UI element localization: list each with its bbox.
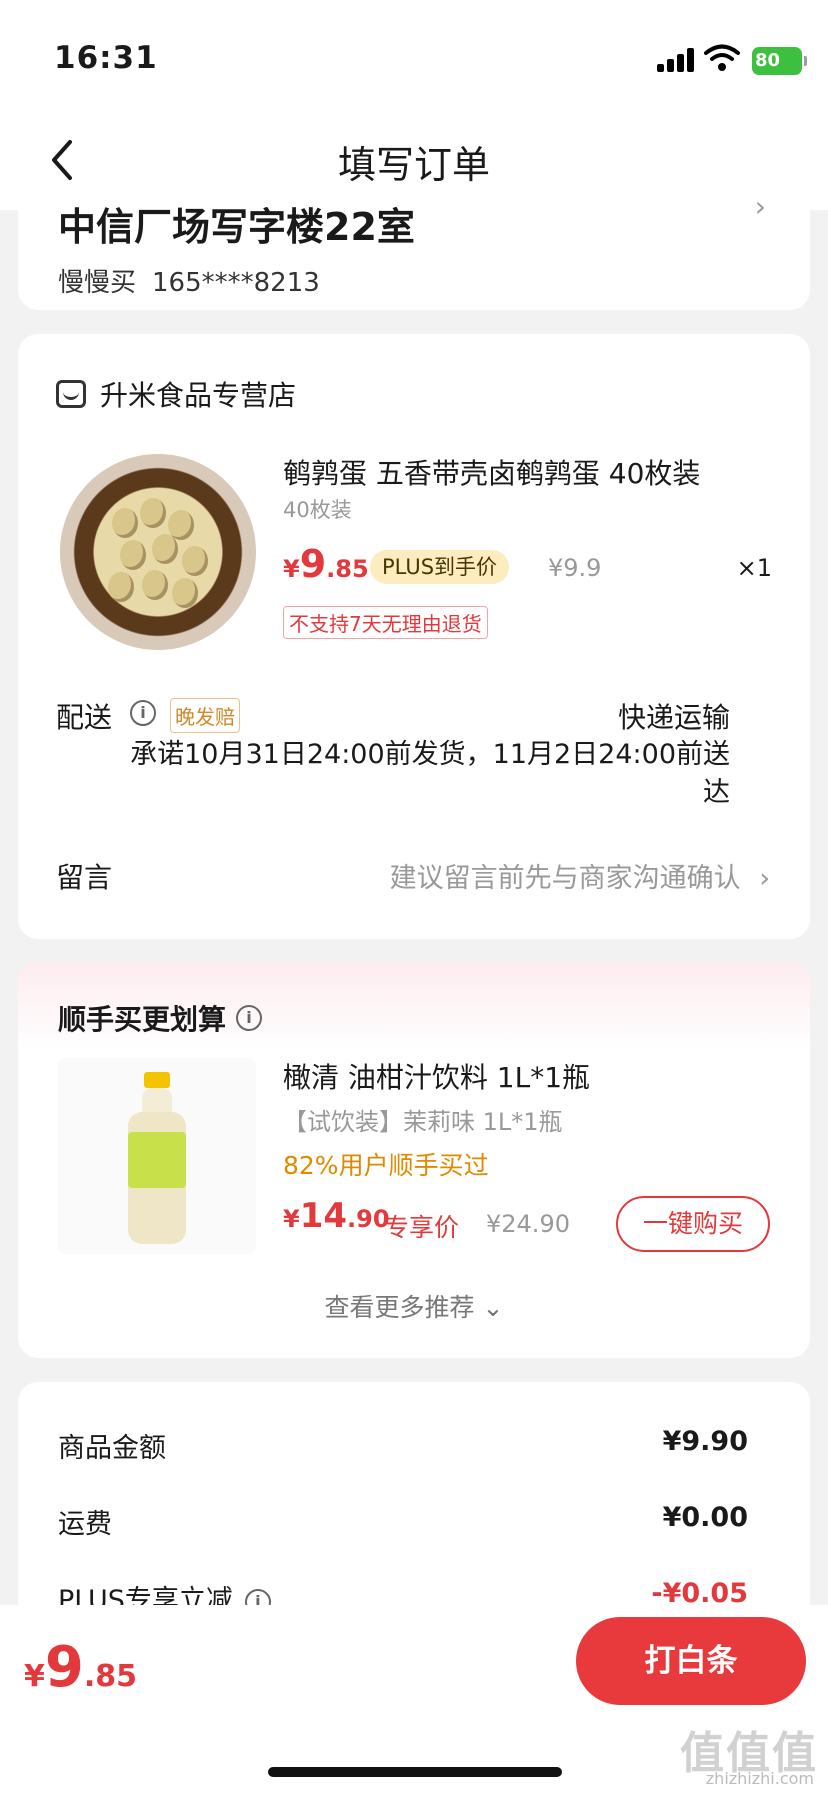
message-hint: 建议留言前先与商家沟通确认 [389, 863, 741, 894]
battery-level: 80 [755, 50, 781, 71]
shop-header[interactable]: 升米食品专营店 [56, 374, 296, 414]
contact-info: 慢慢买 165****8213 [58, 262, 320, 299]
exclusive-price-label: 专享价 [384, 1213, 460, 1242]
price-dec: .85 [83, 1659, 137, 1694]
price-currency: ¥ [24, 1659, 45, 1694]
message-input[interactable]: 建议留言前先与商家沟通确认 › [390, 856, 770, 895]
recommend-original-price: ¥24.90 [486, 1210, 570, 1238]
product-image[interactable] [60, 454, 256, 650]
bottle-image [128, 1072, 186, 1244]
product-price: ¥9.85 [283, 542, 369, 586]
one-click-buy-button[interactable]: 一键购买 [616, 1196, 770, 1252]
chevron-right-icon: › [759, 863, 770, 894]
no-return-tag: 不支持7天无理由退货 [283, 606, 488, 639]
shipping-promise: 承诺10月31日24:00前发货，11月2日24:00前送达 [130, 739, 730, 808]
home-indicator[interactable] [268, 1767, 562, 1777]
original-price: ¥9.9 [548, 554, 602, 582]
recommend-product-image[interactable] [58, 1058, 256, 1254]
message-label: 留言 [56, 861, 113, 894]
product-title[interactable]: 鹌鹑蛋 五香带壳卤鹌鹑蛋 40枚装 [283, 452, 700, 492]
contact-phone: 165****8213 [152, 268, 320, 298]
product-quantity: ×1 [736, 554, 772, 582]
price-int: 14 [299, 1196, 348, 1236]
contact-name: 慢慢买 [58, 268, 137, 298]
price-currency: ¥ [283, 555, 300, 583]
recommend-title-text: 顺手买更划算 [58, 1003, 227, 1036]
address-line: 中信厂场写字楼22室 [58, 205, 415, 249]
recommend-product-spec: 【试饮装】茉莉味 1L*1瓶 [283, 1108, 563, 1136]
shipping-label: 配送 [56, 701, 113, 734]
status-bar: 16:31 80 [0, 0, 828, 110]
checkout-bar: ¥9.85 打白条 值值值 zhizhizhi.com [0, 1605, 828, 1793]
product-spec: 40枚装 [283, 498, 352, 522]
info-icon[interactable]: i [236, 1005, 263, 1031]
info-icon[interactable]: i [130, 700, 156, 726]
recommend-buy-rate: 82%用户顺手买过 [283, 1151, 489, 1180]
summary-label: 商品金额 [58, 1433, 166, 1464]
total-price: ¥9.85 [24, 1635, 137, 1700]
summary-row-goods: 商品金额 ¥9.90 [58, 1426, 748, 1465]
watermark-url: zhizhizhi.com [705, 1769, 814, 1788]
shop-name: 升米食品专营店 [100, 379, 297, 412]
shop-card: 升米食品专营店 鹌鹑蛋 五香带壳卤鹌鹑蛋 40枚装 40枚装 ¥9.85 PLU… [18, 334, 810, 939]
more-recommend-link[interactable]: 查看更多推荐 ⌄ [18, 1288, 810, 1324]
price-summary-card: 商品金额 ¥9.90 运费 ¥0.00 PLUS专享立减 i -¥0.05 [18, 1382, 810, 1642]
status-time: 16:31 [54, 40, 158, 76]
plus-price-tag: PLUS到手价 [370, 550, 510, 584]
recommend-price: ¥14.90 [283, 1196, 390, 1236]
wifi-icon [704, 44, 740, 71]
summary-value: ¥0.00 [662, 1502, 748, 1533]
shipping-type: 快递运输 [617, 701, 730, 734]
pay-button[interactable]: 打白条 [576, 1617, 806, 1705]
late-compensation-tag: 晚发赔 [170, 698, 240, 733]
recommend-card: 顺手买更划算 i 橄清 油柑汁饮料 1L*1瓶 【试饮装】茉莉味 1L*1瓶 8… [18, 962, 810, 1358]
summary-value: ¥9.90 [662, 1426, 748, 1457]
page-title: 填写订单 [337, 143, 490, 187]
chevron-right-icon: › [754, 190, 766, 223]
recommend-product-title[interactable]: 橄清 油柑汁饮料 1L*1瓶 [283, 1056, 590, 1096]
price-int: 9 [44, 1635, 84, 1700]
address-card[interactable]: 中信厂场写字楼22室 › 慢慢买 165****8213 [18, 190, 810, 310]
recommend-title: 顺手买更划算 i [58, 998, 263, 1038]
price-dec: .85 [326, 555, 369, 583]
cellular-signal-icon [657, 48, 695, 72]
battery-icon: 80 [752, 47, 807, 75]
store-icon [56, 380, 86, 408]
summary-row-shipping: 运费 ¥0.00 [58, 1502, 748, 1541]
price-int: 9 [299, 542, 327, 586]
summary-label: 运费 [58, 1509, 112, 1540]
price-currency: ¥ [283, 1205, 300, 1233]
